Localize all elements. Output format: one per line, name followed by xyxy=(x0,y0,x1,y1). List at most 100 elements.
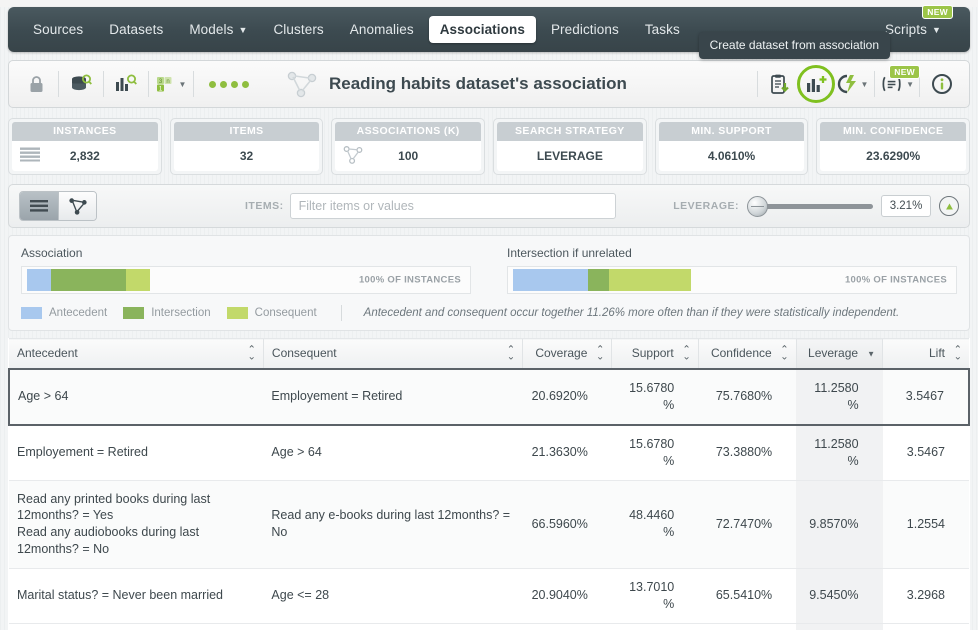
cell-text: Age > 64 xyxy=(271,445,322,460)
stat-body: 4.0610% xyxy=(658,141,805,171)
intersection-bar-box: 100% OF INSTANCES xyxy=(507,266,957,294)
cell-consequent: Age <= 28 xyxy=(263,568,523,624)
create-dataset-icon[interactable] xyxy=(797,65,835,103)
cell-antecedent: Age > 64 xyxy=(7,368,264,426)
table-row[interactable]: Age <= 28Marital status? = Never been ma… xyxy=(9,623,969,630)
cell-text: 3.5467 xyxy=(906,445,945,460)
sort-icon[interactable] xyxy=(954,345,962,362)
column-header-coverage[interactable]: Coverage xyxy=(522,338,612,370)
cell-coverage: 20.6920% xyxy=(522,368,612,426)
cell-leverage: 11.2580% xyxy=(796,368,883,426)
bar-segment-intersection xyxy=(51,269,127,291)
flash-batch-icon[interactable]: ▼ xyxy=(835,67,869,101)
column-header-label: Coverage xyxy=(535,346,588,360)
table-header-row: Antecedent Consequent Coverage Support Confi… xyxy=(9,338,969,370)
cell-text: 21.3630% xyxy=(531,445,588,460)
cell-text: Employement = Retired xyxy=(271,389,403,404)
leverage-label: LEVERAGE: xyxy=(673,200,739,212)
sort-icon[interactable] xyxy=(682,345,690,362)
nav-item-datasets[interactable]: Datasets xyxy=(98,16,174,43)
stat-card: ASSOCIATIONS (K) 100 xyxy=(331,118,486,175)
stat-card: MIN. SUPPORT 4.0610% xyxy=(654,118,809,175)
column-header-lift[interactable]: Lift xyxy=(882,338,969,370)
stat-value: 100 xyxy=(398,149,419,163)
leverage-value[interactable]: 3.21% xyxy=(881,195,931,217)
view-toggle-network[interactable] xyxy=(58,192,96,220)
cell-text: 1.2554 xyxy=(906,516,945,531)
sort-icon[interactable] xyxy=(596,345,604,362)
cell-leverage: 9.8570% xyxy=(796,480,883,569)
column-header-consequent[interactable]: Consequent xyxy=(262,338,523,370)
sort-desc-icon[interactable] xyxy=(867,349,875,358)
rows-icon xyxy=(20,147,40,165)
nav-item-tasks[interactable]: Tasks xyxy=(634,16,691,43)
nav-item-sources[interactable]: Sources xyxy=(22,16,94,43)
nav-item-label: Datasets xyxy=(109,22,164,37)
cell-leverage: 11.2580% xyxy=(796,424,883,481)
stat-body: LEVERAGE xyxy=(497,141,643,171)
slider-handle[interactable] xyxy=(747,195,768,217)
progress-dots[interactable] xyxy=(199,80,259,88)
cell-antecedent: Employement = Retired xyxy=(9,424,264,481)
stat-label: INSTANCES xyxy=(12,122,158,141)
sort-icon[interactable] xyxy=(248,345,256,362)
svg-text:n: n xyxy=(166,79,169,85)
view-toggle-list[interactable] xyxy=(20,192,58,220)
collapse-panel-button[interactable] xyxy=(939,196,959,216)
toolbar-divider xyxy=(757,71,758,97)
sort-icon[interactable] xyxy=(507,345,515,362)
cell-coverage: 19.8800% xyxy=(522,623,612,630)
chevron-down-icon: ▼ xyxy=(906,79,914,89)
cell-text: 11.2580% xyxy=(814,381,859,412)
nav-item-anomalies[interactable]: Anomalies xyxy=(339,16,425,43)
cell-lift: 1.2554 xyxy=(882,480,969,569)
bar-segment-antecedent xyxy=(513,269,589,291)
association-bar xyxy=(27,269,151,291)
stat-value: LEVERAGE xyxy=(536,149,603,163)
lock-icon[interactable] xyxy=(19,67,53,101)
script-icon[interactable]: ▼ NEW xyxy=(880,65,920,101)
stat-card: SEARCH STRATEGY LEVERAGE xyxy=(493,118,647,175)
toolbar-divider xyxy=(103,71,104,97)
cell-confidence: 65.5410% xyxy=(698,568,797,624)
table-row[interactable]: Read any printed books during last 12mon… xyxy=(9,480,969,569)
nav-item-label: Models xyxy=(189,22,234,37)
chevron-down-icon: ▼ xyxy=(931,25,941,35)
table-row[interactable]: Employement = Retired Age > 64 21.3630% 15.… xyxy=(9,424,969,481)
model-search-icon[interactable] xyxy=(109,67,143,101)
stat-card: ITEMS 32 xyxy=(169,118,324,175)
nav-item-associations[interactable]: Associations xyxy=(428,16,536,43)
filter-toolbar: ITEMS: LEVERAGE: 3.21% xyxy=(8,184,970,228)
stat-label: SEARCH STRATEGY xyxy=(497,122,643,141)
items-filter-label: ITEMS: xyxy=(245,200,284,212)
legend-label: Antecedent xyxy=(49,307,108,319)
bar-segment-intersection xyxy=(588,269,610,291)
table-row[interactable]: Age > 64 Employement = Retired 20.6920% 15.… xyxy=(7,368,971,426)
nav-item-models[interactable]: Models ▼ xyxy=(178,16,258,43)
cell-text: 15.6780% xyxy=(629,436,675,468)
column-header-leverage[interactable]: Leverage xyxy=(795,338,883,370)
items-filter-input[interactable] xyxy=(289,193,616,219)
nav-item-predictions[interactable]: Predictions xyxy=(540,16,630,43)
column-header-confidence[interactable]: Confidence xyxy=(697,338,797,370)
download-clipboard-icon[interactable] xyxy=(763,67,797,101)
cell-coverage: 66.5960% xyxy=(522,480,612,569)
progress-dot xyxy=(231,80,238,88)
leverage-slider[interactable] xyxy=(747,195,873,217)
association-bars: Association 100% OF INSTANCES Intersecti… xyxy=(21,246,957,294)
table-row[interactable]: Marital status? = Never been married Age … xyxy=(9,568,969,624)
stat-value: 4.0610% xyxy=(707,149,756,163)
column-header-support[interactable]: Support xyxy=(611,338,699,370)
dataset-search-icon[interactable] xyxy=(64,67,98,101)
sort-icon[interactable] xyxy=(780,345,788,362)
column-header-antecedent[interactable]: Antecedent xyxy=(9,338,264,370)
cell-text: 9.8570% xyxy=(809,516,859,531)
nav-item-clusters[interactable]: Clusters xyxy=(262,16,334,43)
stat-label: MIN. CONFIDENCE xyxy=(820,122,967,141)
cell-antecedent: Age <= 28 xyxy=(9,623,264,630)
column-header-label: Lift xyxy=(928,346,945,360)
info-icon[interactable] xyxy=(925,67,959,101)
cell-coverage: 20.9040% xyxy=(522,568,612,624)
association-icon xyxy=(343,145,363,167)
fields-icon[interactable]: 3 n 1 ▼ xyxy=(154,67,188,101)
